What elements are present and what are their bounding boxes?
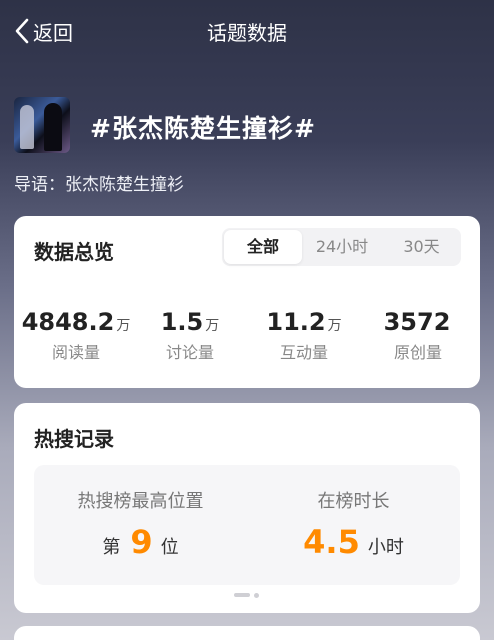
stat-label: 互动量 [279,343,328,362]
stat-label: 阅读量 [51,343,100,362]
peak-prefix: 第 [102,537,121,558]
overview-card: 数据总览 全部 24小时 30天 4848.2 万 阅读量 1.5 万 讨论量 11… [14,216,480,388]
duration-suffix: 小时 [367,537,404,558]
tab-24h[interactable]: 24小时 [302,228,382,266]
topic-thumbnail[interactable] [14,97,70,153]
tab-30d[interactable]: 30天 [382,228,461,266]
page-dot [254,592,259,598]
tab-all[interactable]: 全部 [224,230,302,264]
time-range-tabs: 全部 24小时 30天 [222,228,461,266]
stat-original: 3572 原创量 [360,308,476,363]
stat-label: 讨论量 [165,343,214,362]
peak-position: 热搜榜最高位置 第 9 位 [34,487,247,561]
topic-header: #张杰陈楚生撞衫# [14,97,484,157]
thumbnail-figure [44,103,62,151]
stat-value: 11.2 [266,308,326,336]
stat-unit: 万 [116,318,131,334]
stat-value: 3572 [383,308,451,336]
next-card [14,626,480,640]
duration-label: 在榜时长 [317,491,390,512]
page-title: 话题数据 [207,21,287,45]
stat-label: 原创量 [393,343,442,362]
overview-title: 数据总览 [34,240,114,264]
thumbnail-figure [20,105,34,149]
hot-search-card: 热搜记录 热搜榜最高位置 第 9 位 在榜时长 4.5 小时 [14,403,480,613]
stat-discuss: 1.5 万 讨论量 [132,308,248,363]
stat-value: 1.5 [160,308,204,336]
nav-bar: 返回 话题数据 [0,0,494,62]
stat-unit: 万 [327,318,342,334]
page-dot-active [234,593,250,597]
peak-label: 热搜榜最高位置 [77,491,204,512]
peak-suffix: 位 [160,537,179,558]
topic-guide: 导语：张杰陈楚生撞衫 [14,175,184,195]
topic-name: #张杰陈楚生撞衫# [90,114,316,143]
stat-interact: 11.2 万 互动量 [246,308,362,363]
duration-value: 4.5 [303,523,360,561]
hot-search-record[interactable]: 热搜榜最高位置 第 9 位 在榜时长 4.5 小时 [34,465,460,585]
stat-read: 4848.2 万 阅读量 [18,308,134,363]
peak-value: 9 [130,523,153,561]
page-indicator [234,592,259,598]
stat-unit: 万 [205,318,220,334]
stat-value: 4848.2 [21,308,115,336]
hot-search-title: 热搜记录 [34,427,114,451]
duration: 在榜时长 4.5 小时 [247,487,460,561]
